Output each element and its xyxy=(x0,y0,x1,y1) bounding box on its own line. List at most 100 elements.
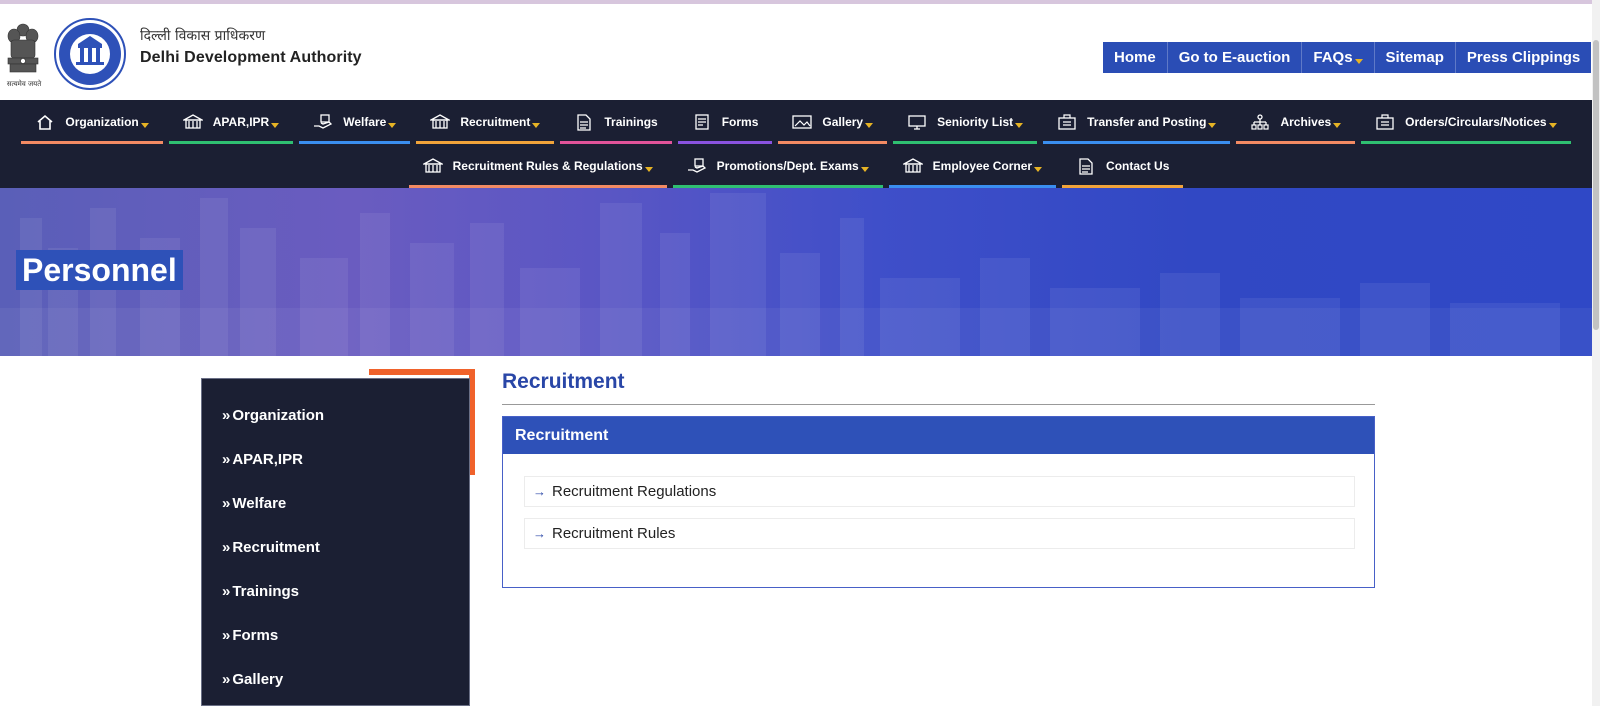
main-nav-item-trainings[interactable]: Trainings xyxy=(560,100,672,144)
document-icon xyxy=(574,113,594,131)
sidebar-item-label: Welfare xyxy=(232,495,287,512)
main-nav-label: Orders/Circulars/Notices xyxy=(1405,115,1547,129)
arrow-right-icon: → xyxy=(533,484,546,499)
double-chevron-right-icon: » xyxy=(222,407,231,424)
double-chevron-right-icon: » xyxy=(222,627,231,644)
main-nav-item-gallery[interactable]: Gallery xyxy=(778,100,888,144)
main-nav-label: Transfer and Posting xyxy=(1087,115,1207,129)
main-nav-item-welfare[interactable]: Welfare xyxy=(299,100,411,144)
gallery-icon xyxy=(792,113,813,131)
sidebar-item-label: Forms xyxy=(232,627,279,644)
main-nav-item-promotions-dept-exams[interactable]: Promotions/Dept. Exams xyxy=(672,144,883,188)
chevron-down-icon xyxy=(860,166,869,172)
sidebar-item-label: Gallery xyxy=(232,671,284,688)
double-chevron-right-icon: » xyxy=(222,451,231,468)
banner-title: Personnel xyxy=(16,250,183,290)
sidebar-item-trainings[interactable]: » Trainings xyxy=(222,583,299,600)
main-nav-row-2: Recruitment Rules & Regulations Promotion… xyxy=(0,144,1592,188)
link-recruitment-regulations[interactable]: → Recruitment Regulations xyxy=(524,476,1355,507)
link-label: Recruitment Rules xyxy=(552,525,676,542)
main-nav-item-transfer-and-posting[interactable]: Transfer and Posting xyxy=(1043,100,1231,144)
sidebar-item-label: APAR,IPR xyxy=(232,451,303,468)
home-icon xyxy=(35,113,55,131)
chevron-down-icon xyxy=(644,166,653,172)
double-chevron-right-icon: » xyxy=(222,539,231,556)
main-nav-label: Recruitment xyxy=(460,115,531,129)
chevron-down-icon xyxy=(1208,122,1217,128)
top-nav-sitemap[interactable]: Sitemap xyxy=(1375,42,1456,73)
briefcase-icon xyxy=(1375,113,1395,131)
main-nav: Organization APAR,IPR Welfare Recruitment Tr… xyxy=(0,100,1592,188)
double-chevron-right-icon: » xyxy=(222,671,231,688)
forms-icon xyxy=(692,113,712,131)
chevron-down-icon xyxy=(1034,166,1043,172)
main-nav-item-apar-ipr[interactable]: APAR,IPR xyxy=(168,100,294,144)
main-nav-item-recruitment-rules-regulations[interactable]: Recruitment Rules & Regulations xyxy=(408,144,667,188)
sidebar-item-welfare[interactable]: » Welfare xyxy=(222,495,286,512)
main-nav-item-seniority-list[interactable]: Seniority List xyxy=(893,100,1038,144)
hand-icon xyxy=(313,113,333,131)
main-nav-item-employee-corner[interactable]: Employee Corner xyxy=(888,144,1057,188)
site-header: सत्यमेव जयते दिल्ली विकास प्राधिकरण Delh… xyxy=(0,4,1592,100)
chevron-down-icon xyxy=(140,122,149,128)
main-nav-label: Organization xyxy=(65,115,139,129)
main-nav-item-contact-us[interactable]: Contact Us xyxy=(1062,144,1184,188)
link-label: Recruitment Regulations xyxy=(552,483,717,500)
top-nav: Home Go to E-auction FAQs Sitemap Press … xyxy=(1103,42,1592,73)
main-nav-label: Gallery xyxy=(822,115,864,129)
sidebar-item-forms[interactable]: » Forms xyxy=(222,627,278,644)
main-nav-row-1: Organization APAR,IPR Welfare Recruitment Tr… xyxy=(0,100,1592,144)
page: सत्यमेव जयते दिल्ली विकास प्राधिकरण Delh… xyxy=(0,0,1600,706)
main-nav-label: Seniority List xyxy=(937,115,1014,129)
top-nav-label: FAQs xyxy=(1313,49,1353,66)
main-nav-item-organization[interactable]: Organization xyxy=(21,100,163,144)
building-icon xyxy=(182,113,203,131)
top-nav-home[interactable]: Home xyxy=(1103,42,1168,73)
city-skyline-background xyxy=(0,193,1592,356)
main-nav-label: Recruitment Rules & Regulations xyxy=(452,159,643,173)
top-nav-label: Sitemap xyxy=(1385,49,1444,66)
main-nav-item-archives[interactable]: Archives xyxy=(1236,100,1356,144)
arrow-right-icon: → xyxy=(533,526,546,541)
sidebar-item-recruitment[interactable]: » Recruitment xyxy=(222,539,320,556)
emblem-caption: सत्यमेव जयते xyxy=(6,80,42,88)
recruitment-panel: Recruitment → Recruitment Regulations → Re… xyxy=(502,416,1375,588)
dda-logo-icon[interactable] xyxy=(54,18,126,90)
scrollbar-thumb[interactable] xyxy=(1593,40,1599,330)
double-chevron-right-icon: » xyxy=(222,495,231,512)
archive-icon xyxy=(1250,113,1270,131)
vertical-scrollbar[interactable] xyxy=(1592,0,1600,706)
org-name: Delhi Development Authority xyxy=(140,49,362,66)
main-nav-item-recruitment[interactable]: Recruitment xyxy=(416,100,555,144)
main-nav-label: Trainings xyxy=(604,115,658,129)
main-nav-label: Archives xyxy=(1280,115,1332,129)
chevron-down-icon xyxy=(1548,122,1557,128)
page-banner: Personnel xyxy=(0,188,1592,356)
main-nav-item-forms[interactable]: Forms xyxy=(677,100,773,144)
hand-icon xyxy=(687,157,707,175)
chevron-down-icon xyxy=(388,122,397,128)
main-nav-label: APAR,IPR xyxy=(212,115,270,129)
org-name-hindi: दिल्ली विकास प्राधिकरण xyxy=(140,28,266,44)
double-chevron-right-icon: » xyxy=(222,583,231,600)
chevron-down-icon xyxy=(271,122,280,128)
content-title: Recruitment xyxy=(502,370,625,393)
sidebar-item-label: Trainings xyxy=(232,583,300,600)
sidebar-item-apar-ipr[interactable]: » APAR,IPR xyxy=(222,451,303,468)
sidebar: » Organization » APAR,IPR » Welfare » Recrui… xyxy=(201,378,470,706)
sidebar-item-gallery[interactable]: » Gallery xyxy=(222,671,283,688)
chevron-down-icon xyxy=(1015,122,1024,128)
main-nav-item-orders-circulars-notices[interactable]: Orders/Circulars/Notices xyxy=(1361,100,1571,144)
document-icon xyxy=(1076,157,1096,175)
sidebar-item-label: Recruitment xyxy=(232,539,320,556)
top-nav-label: Press Clippings xyxy=(1466,49,1581,66)
top-nav-press-clippings[interactable]: Press Clippings xyxy=(1456,42,1591,73)
briefcase-icon xyxy=(1057,113,1077,131)
main-nav-label: Forms xyxy=(721,115,759,129)
top-nav-e-auction[interactable]: Go to E-auction xyxy=(1168,42,1303,73)
top-nav-faqs[interactable]: FAQs xyxy=(1302,42,1375,73)
monitor-icon xyxy=(907,113,927,131)
building-icon xyxy=(902,157,923,175)
sidebar-item-organization[interactable]: » Organization xyxy=(222,407,324,424)
link-recruitment-rules[interactable]: → Recruitment Rules xyxy=(524,518,1355,549)
